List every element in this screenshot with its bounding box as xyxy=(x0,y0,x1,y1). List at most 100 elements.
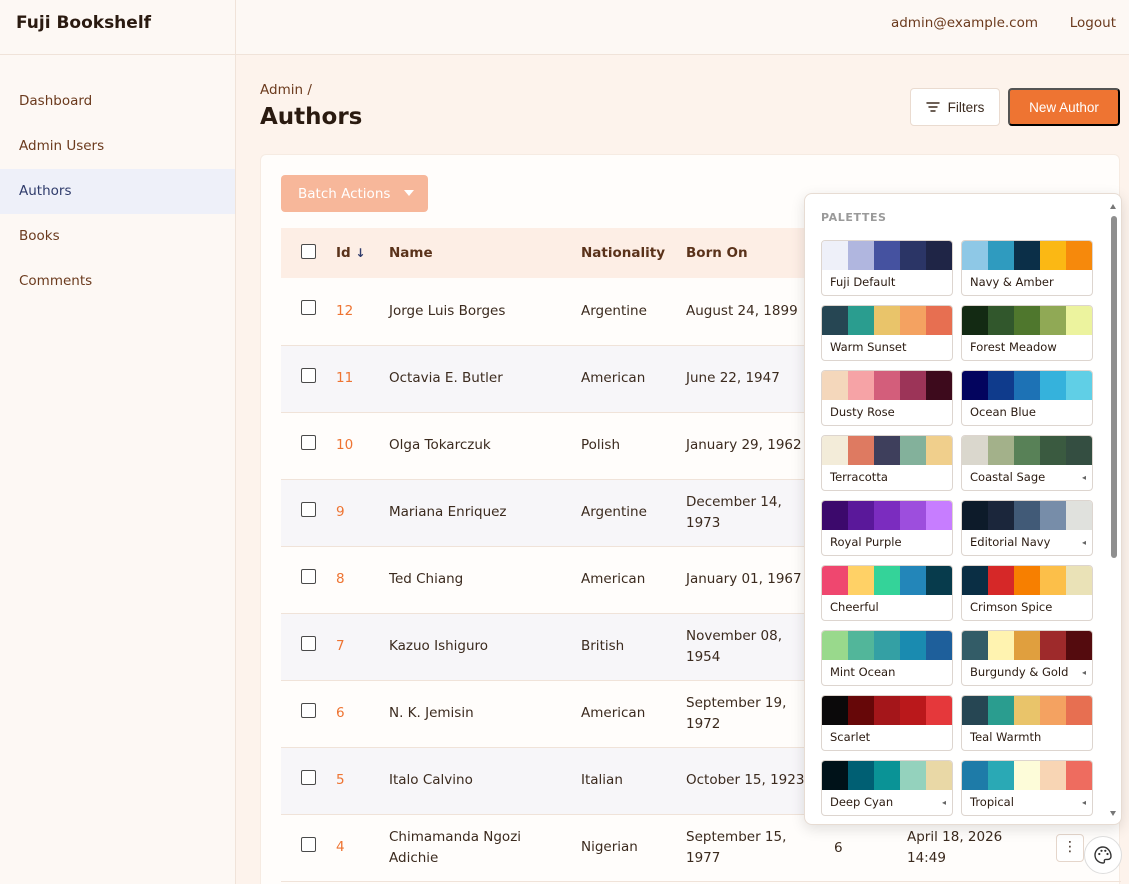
row-id-link[interactable]: 9 xyxy=(336,504,345,520)
color-swatch xyxy=(1040,761,1066,790)
color-swatch xyxy=(1066,566,1092,595)
sidebar-item-authors[interactable]: Authors xyxy=(0,169,235,214)
select-all-checkbox[interactable] xyxy=(301,243,316,259)
palette-name: Editorial Navy xyxy=(970,535,1051,549)
row-id-link[interactable]: 4 xyxy=(336,839,345,855)
palette-card[interactable]: Crimson Spice xyxy=(961,565,1093,621)
row-id-link[interactable]: 5 xyxy=(336,772,345,788)
palette-card[interactable]: Royal Purple xyxy=(821,500,953,556)
palette-card[interactable]: Forest Meadow xyxy=(961,305,1093,361)
row-id-link[interactable]: 11 xyxy=(336,370,353,386)
sidebar-item-admin-users[interactable]: Admin Users xyxy=(0,124,235,169)
color-swatch xyxy=(900,566,926,595)
caret-left-icon: ◂ xyxy=(1081,538,1086,547)
row-checkbox[interactable] xyxy=(301,702,316,718)
palette-swatches xyxy=(962,696,1092,725)
row-checkbox[interactable] xyxy=(301,635,316,651)
palette-card[interactable]: Coastal Sage ◂ xyxy=(961,435,1093,491)
sidebar-item-dashboard[interactable]: Dashboard xyxy=(0,79,235,124)
palette-card[interactable]: Ocean Blue xyxy=(961,370,1093,426)
palette-card[interactable]: Teal Warmth xyxy=(961,695,1093,751)
filters-button[interactable]: Filters xyxy=(910,88,1000,126)
color-swatch xyxy=(926,696,952,725)
color-swatch xyxy=(900,696,926,725)
palette-card[interactable]: Mint Ocean xyxy=(821,630,953,686)
column-id[interactable]: Id ↓ xyxy=(336,228,389,278)
column-nationality[interactable]: Nationality xyxy=(581,228,686,278)
palette-name: Deep Cyan xyxy=(830,795,894,809)
color-swatch xyxy=(848,371,874,400)
row-checkbox[interactable] xyxy=(301,434,316,450)
color-swatch xyxy=(1014,501,1040,530)
color-swatch xyxy=(900,306,926,335)
row-born-on: September 19, 1972 xyxy=(686,694,787,732)
row-id-link[interactable]: 7 xyxy=(336,638,345,654)
row-checkbox[interactable] xyxy=(301,568,316,584)
palette-swatches xyxy=(962,371,1092,400)
sidebar-item-comments[interactable]: Comments xyxy=(0,259,235,304)
row-actions-button[interactable]: ⋮ xyxy=(1056,833,1084,862)
palette-swatches xyxy=(962,631,1092,660)
scroll-up-arrow-icon[interactable] xyxy=(1110,204,1116,209)
color-swatch xyxy=(874,631,900,660)
palette-card[interactable]: Deep Cyan ◂ xyxy=(821,760,953,816)
color-swatch xyxy=(822,761,848,790)
row-extra: 6 xyxy=(834,839,843,856)
row-id-link[interactable]: 6 xyxy=(336,705,345,721)
palette-card[interactable]: Warm Sunset xyxy=(821,305,953,361)
row-checkbox[interactable] xyxy=(301,836,316,852)
palette-swatches xyxy=(962,306,1092,335)
scroll-down-arrow-icon[interactable] xyxy=(1110,811,1116,816)
palette-card[interactable]: Fuji Default xyxy=(821,240,953,296)
palette-card[interactable]: Scarlet xyxy=(821,695,953,751)
color-swatch xyxy=(926,761,952,790)
new-author-button[interactable]: New Author xyxy=(1008,88,1120,126)
palette-card[interactable]: Burgundy & Gold ◂ xyxy=(961,630,1093,686)
color-swatch xyxy=(926,566,952,595)
scrollbar[interactable] xyxy=(1110,198,1119,822)
color-swatch xyxy=(1066,241,1092,270)
color-swatch xyxy=(822,501,848,530)
color-swatch xyxy=(1014,241,1040,270)
color-swatch xyxy=(988,436,1014,465)
palette-card[interactable]: Terracotta xyxy=(821,435,953,491)
palette-card[interactable]: Navy & Amber xyxy=(961,240,1093,296)
color-swatch xyxy=(848,631,874,660)
row-born-on: June 22, 1947 xyxy=(686,370,780,386)
row-nationality: Italian xyxy=(581,772,623,788)
row-nationality: Argentine xyxy=(581,504,647,520)
row-id-link[interactable]: 8 xyxy=(336,571,345,587)
color-swatch xyxy=(822,436,848,465)
column-name[interactable]: Name xyxy=(389,228,581,278)
sidebar: Fuji Bookshelf Dashboard Admin Users Aut… xyxy=(0,0,236,884)
logout-link[interactable]: Logout xyxy=(1070,15,1116,31)
row-id-link[interactable]: 12 xyxy=(336,303,353,319)
scroll-thumb[interactable] xyxy=(1111,216,1117,558)
row-checkbox[interactable] xyxy=(301,300,316,316)
palette-card[interactable]: Editorial Navy ◂ xyxy=(961,500,1093,556)
row-name: Jorge Luis Borges xyxy=(389,302,506,319)
row-id-link[interactable]: 10 xyxy=(336,437,353,453)
sidebar-item-books[interactable]: Books xyxy=(0,214,235,259)
palette-toggle-button[interactable] xyxy=(1084,836,1122,874)
row-name: Ted Chiang xyxy=(389,571,464,587)
color-swatch xyxy=(1040,501,1066,530)
breadcrumb[interactable]: Admin / xyxy=(260,82,312,98)
row-born-on: October 15, 1923 xyxy=(686,772,805,788)
row-checkbox[interactable] xyxy=(301,367,316,383)
batch-actions-button[interactable]: Batch Actions xyxy=(281,175,428,212)
caret-left-icon: ◂ xyxy=(1081,473,1086,482)
row-name: Mariana Enriquez xyxy=(389,504,507,520)
palette-card[interactable]: Cheerful xyxy=(821,565,953,621)
row-checkbox[interactable] xyxy=(301,501,316,517)
palette-card[interactable]: Dusty Rose xyxy=(821,370,953,426)
row-nationality: American xyxy=(581,370,646,386)
color-swatch xyxy=(988,631,1014,660)
color-swatch xyxy=(1014,761,1040,790)
color-swatch xyxy=(874,241,900,270)
row-checkbox[interactable] xyxy=(301,769,316,785)
row-name: Chimamanda Ngozi Adichie xyxy=(389,828,522,866)
row-name: Kazuo Ishiguro xyxy=(389,638,489,654)
palette-card[interactable]: Tropical ◂ xyxy=(961,760,1093,816)
color-swatch xyxy=(1014,696,1040,725)
